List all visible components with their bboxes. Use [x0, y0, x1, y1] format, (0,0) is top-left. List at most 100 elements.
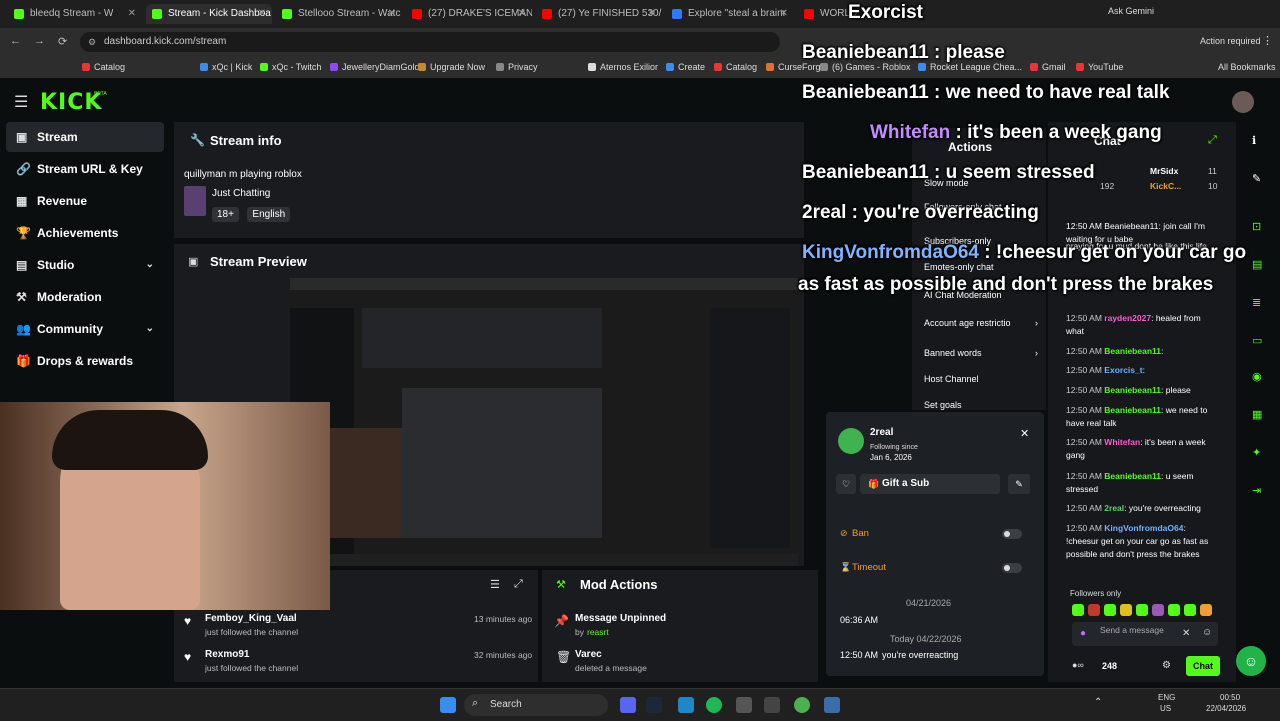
taskbar-search[interactable]: ⌕ Search: [464, 694, 608, 716]
close-tab-icon[interactable]: ✕: [648, 4, 656, 24]
all-bookmarks[interactable]: All Bookmarks: [1206, 60, 1276, 74]
app-icon[interactable]: [678, 697, 694, 713]
sidebar-item-stream[interactable]: ▣ Stream: [6, 122, 164, 152]
sidebar-item-achievements[interactable]: 🏆 Achievements: [6, 218, 164, 248]
chevron-down-icon[interactable]: ⌄: [146, 314, 154, 344]
sidebar-item-revenue[interactable]: ▦ Revenue: [6, 186, 164, 216]
bookmark-item[interactable]: Catalog: [82, 60, 125, 74]
top-user[interactable]: KickC...: [1150, 181, 1181, 191]
popout-icon[interactable]: ⤢: [514, 578, 523, 591]
ban-toggle[interactable]: [1002, 529, 1022, 539]
notepad-icon[interactable]: [824, 697, 840, 713]
forward-icon[interactable]: →: [34, 35, 45, 47]
sidebar-item-stream-url-key[interactable]: 🔗 Stream URL & Key: [6, 154, 164, 184]
browser-tab[interactable]: Stream - Kick Dashboa ✕: [146, 4, 272, 24]
sidebar-item-moderation[interactable]: ⚒ Moderation: [6, 282, 164, 312]
url-field[interactable]: ⚙ dashboard.kick.com/stream: [80, 32, 780, 52]
sidebar-item-community[interactable]: 👥 Community ⌄: [6, 314, 164, 344]
chat-username[interactable]: 2real: [1104, 503, 1124, 513]
bookmark-item[interactable]: Aternos Exilior: [588, 60, 658, 74]
close-tab-icon[interactable]: ✕: [258, 4, 266, 24]
ask-gemini-button[interactable]: Ask Gemini: [1108, 6, 1154, 16]
send-message-field[interactable]: ● Send a message ✕ ☺: [1072, 622, 1218, 646]
grid-icon[interactable]: ▦: [1252, 408, 1262, 421]
spotify-icon[interactable]: [706, 697, 722, 713]
close-tab-icon[interactable]: ✕: [518, 4, 526, 24]
mod-tools-button[interactable]: ✎: [1008, 474, 1030, 494]
emote-icon[interactable]: [1088, 604, 1100, 616]
actions-menu-item[interactable]: Host Channel: [924, 374, 1042, 384]
chat-username[interactable]: Beaniebean11: [1104, 405, 1161, 415]
bookmark-item[interactable]: xQc - Twitch: [260, 60, 321, 74]
filter-icon[interactable]: ☰: [490, 578, 500, 591]
mod-action-by[interactable]: reasrt: [587, 627, 609, 637]
discord-icon[interactable]: [620, 697, 636, 713]
help-chat-icon[interactable]: ☺: [1236, 646, 1266, 676]
emote-icon[interactable]: [1072, 604, 1084, 616]
list-icon[interactable]: ≣: [1252, 296, 1261, 309]
back-icon[interactable]: ←: [10, 35, 21, 47]
actions-menu-item[interactable]: Banned words ›: [924, 348, 1042, 358]
chat-username[interactable]: Beaniebean11: [1104, 471, 1161, 481]
browser-tab[interactable]: Explore "steal a brainr ✕: [666, 4, 794, 24]
emote-icon[interactable]: [1152, 604, 1164, 616]
chat-username[interactable]: Beaniebean11: [1104, 385, 1161, 395]
browser-tab[interactable]: (27) Ye FINISHED 530/✕: [536, 4, 662, 24]
close-icon[interactable]: ✕: [1020, 427, 1029, 440]
lang-label[interactable]: ENG: [1158, 693, 1175, 702]
activity-user[interactable]: Femboy_King_Vaal: [205, 613, 297, 624]
close-tab-icon[interactable]: ✕: [128, 4, 136, 24]
emote-icon[interactable]: [1200, 604, 1212, 616]
tray-chevron-icon[interactable]: ⌃: [1094, 697, 1102, 708]
actions-menu-item[interactable]: Account age restrictio ›: [924, 318, 1042, 328]
send-chat-button[interactable]: Chat: [1186, 656, 1220, 676]
browser-tab[interactable]: (27) DRAKE'S ICEMAN ✕: [406, 4, 532, 24]
hamburger-menu-icon[interactable]: ☰: [14, 92, 28, 112]
settings-icon[interactable]: [736, 697, 752, 713]
bookmark-item[interactable]: Create: [666, 60, 705, 74]
chrome-icon[interactable]: [794, 697, 810, 713]
target-icon[interactable]: ⊡: [1252, 220, 1261, 233]
wrench-rail-icon[interactable]: ✦: [1252, 446, 1261, 459]
browser-tab[interactable]: Stellooo Stream - Watc ✕: [276, 4, 402, 24]
gift-sub-button[interactable]: 🎁 Gift a Sub: [860, 474, 1000, 494]
user-name[interactable]: 2real: [870, 427, 893, 438]
emote-icon[interactable]: [1136, 604, 1148, 616]
sidebar-item-studio[interactable]: ▤ Studio ⌄: [6, 250, 164, 280]
chevron-down-icon[interactable]: ⌄: [146, 250, 154, 280]
browser-tab[interactable]: bleedq Stream - W ✕: [8, 4, 142, 24]
close-tab-icon[interactable]: ✕: [388, 4, 396, 24]
chat-username[interactable]: Exorcis_t: [1104, 365, 1142, 375]
avatar[interactable]: [1232, 91, 1254, 113]
chat-settings-icon[interactable]: ⚙: [1162, 660, 1171, 671]
timeout-toggle[interactable]: [1002, 563, 1022, 573]
chat-username[interactable]: rayden2027: [1104, 313, 1151, 323]
emote-icon[interactable]: [1104, 604, 1116, 616]
clock-time[interactable]: 00:50: [1220, 693, 1240, 702]
emote-icon[interactable]: [1120, 604, 1132, 616]
popout-chat-icon[interactable]: ⤢: [1208, 134, 1217, 147]
emote-icon[interactable]: [1168, 604, 1180, 616]
pen-icon[interactable]: ✎: [1252, 172, 1261, 185]
stream-preview-video[interactable]: [290, 278, 798, 566]
chat-username[interactable]: Whitefan: [1104, 437, 1140, 447]
message-icon[interactable]: ▭: [1252, 334, 1262, 347]
actions-menu-item[interactable]: Set goals: [924, 400, 1042, 410]
bookmark-item[interactable]: Privacy: [496, 60, 538, 74]
card-icon[interactable]: ▤: [1252, 258, 1262, 271]
activity-user[interactable]: Rexmo91: [205, 649, 249, 660]
steam-icon[interactable]: [646, 697, 662, 713]
app-icon[interactable]: [764, 697, 780, 713]
emote-picker-icon[interactable]: ✕: [1182, 628, 1190, 639]
emote-icon[interactable]: [1184, 604, 1196, 616]
bookmark-item[interactable]: JewelleryDiamGold: [330, 60, 420, 74]
sidebar-item-drops-rewards[interactable]: 🎁 Drops & rewards: [6, 346, 164, 376]
bookmark-item[interactable]: xQc | Kick: [200, 60, 252, 74]
bookmark-item[interactable]: Upgrade Now: [418, 60, 485, 74]
chat-username[interactable]: Beaniebean11: [1104, 346, 1161, 356]
site-info-icon[interactable]: ⚙: [88, 32, 96, 52]
follow-heart-button[interactable]: ♡: [836, 474, 856, 494]
bookmark-item[interactable]: YouTube: [1076, 60, 1123, 74]
top-user[interactable]: MrSidx: [1150, 166, 1178, 176]
menu-icon[interactable]: ⋮: [1262, 34, 1273, 47]
